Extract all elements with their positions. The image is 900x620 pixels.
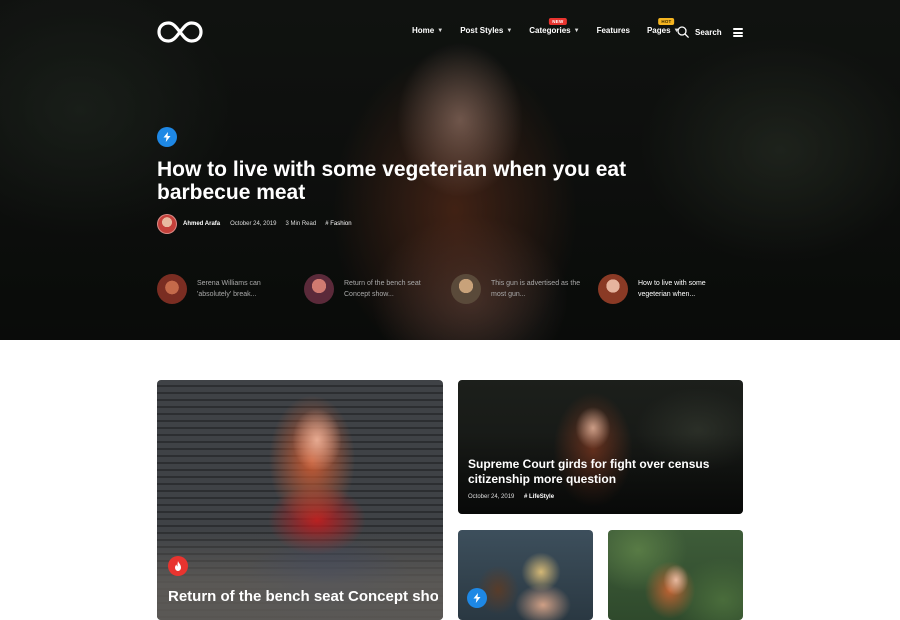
nav-item-label: Categories [529,26,571,35]
card-tag[interactable]: # LifeStyle [524,494,554,500]
search-button[interactable]: Search [677,26,722,38]
related-post-item[interactable]: How to live with some vegeterian when... [598,274,745,304]
category-badge-fire[interactable] [168,556,188,576]
hero-section: Home ▼ Post Styles ▼ NEW Categories ▼ Fe… [0,0,900,340]
card-title[interactable]: Supreme Court girds for fight over censu… [468,457,728,487]
hero-title[interactable]: How to live with some vegeterian when yo… [157,158,627,204]
post-card-wide[interactable]: Supreme Court girds for fight over censu… [458,380,743,514]
author-name[interactable]: Ahmed Arafa [183,221,220,227]
nav-item-pages[interactable]: HOT Pages ▼ [646,18,679,35]
post-tag[interactable]: # Fashion [325,221,351,227]
hamburger-menu-icon[interactable] [733,28,743,37]
card-image-ground [157,530,443,620]
search-label: Search [695,27,722,37]
related-post-title: How to live with some vegeterian when... [638,280,706,298]
bolt-icon [473,593,481,603]
category-badge[interactable] [157,127,177,147]
related-post-item[interactable]: Return of the bench seat Concept show... [304,274,451,304]
nav-menu: Home ▼ Post Styles ▼ NEW Categories ▼ Fe… [412,18,696,35]
author-avatar[interactable] [157,214,177,234]
nav-item-post-styles[interactable]: Post Styles ▼ [460,26,512,35]
search-icon [677,26,689,38]
nav-item-features[interactable]: Features [597,26,630,35]
chevron-down-icon: ▼ [573,27,580,34]
related-post-title: Return of the bench seat Concept show... [344,280,421,298]
nav-item-categories[interactable]: NEW Categories ▼ [529,18,580,35]
hot-badge: HOT [658,18,675,25]
category-badge-bolt[interactable] [467,588,487,608]
related-post-title: Serena Williams can 'absolutely' break..… [197,280,261,298]
related-thumbnail [598,274,628,304]
infinity-logo-icon[interactable] [157,20,203,44]
posts-grid: Supreme Court girds for fight over censu… [0,380,900,620]
card-meta: October 24, 2019 # LifeStyle [468,494,554,500]
new-badge: NEW [549,18,567,25]
post-date: October 24, 2019 [230,221,277,227]
hero-meta: Ahmed Arafa October 24, 2019 3 Min Read … [157,214,352,234]
related-thumbnail [451,274,481,304]
read-time: 3 Min Read [285,221,317,227]
top-navigation: Home ▼ Post Styles ▼ NEW Categories ▼ Fe… [0,0,900,64]
chevron-down-icon: ▼ [506,27,513,34]
big-card-title[interactable]: Return of the bench seat Concept show [168,588,438,605]
nav-item-label: Pages [646,26,671,35]
related-post-item[interactable]: Serena Williams can 'absolutely' break..… [157,274,304,304]
fire-icon [175,561,181,571]
nav-item-label: Features [596,26,630,35]
nav-item-label: Post Styles [460,26,504,35]
nav-item-label: Home [412,26,435,35]
related-thumbnail [157,274,187,304]
card-date: October 24, 2019 [468,494,515,500]
related-posts: Serena Williams can 'absolutely' break..… [157,274,745,304]
related-post-title: This gun is advertised as the most gun..… [491,280,581,298]
bolt-icon [163,132,171,142]
post-card-big[interactable] [157,380,443,620]
nav-item-home[interactable]: Home ▼ [412,26,443,35]
chevron-down-icon: ▼ [437,27,444,34]
related-thumbnail [304,274,334,304]
related-post-item[interactable]: This gun is advertised as the most gun..… [451,274,598,304]
post-card-small[interactable] [608,530,743,620]
